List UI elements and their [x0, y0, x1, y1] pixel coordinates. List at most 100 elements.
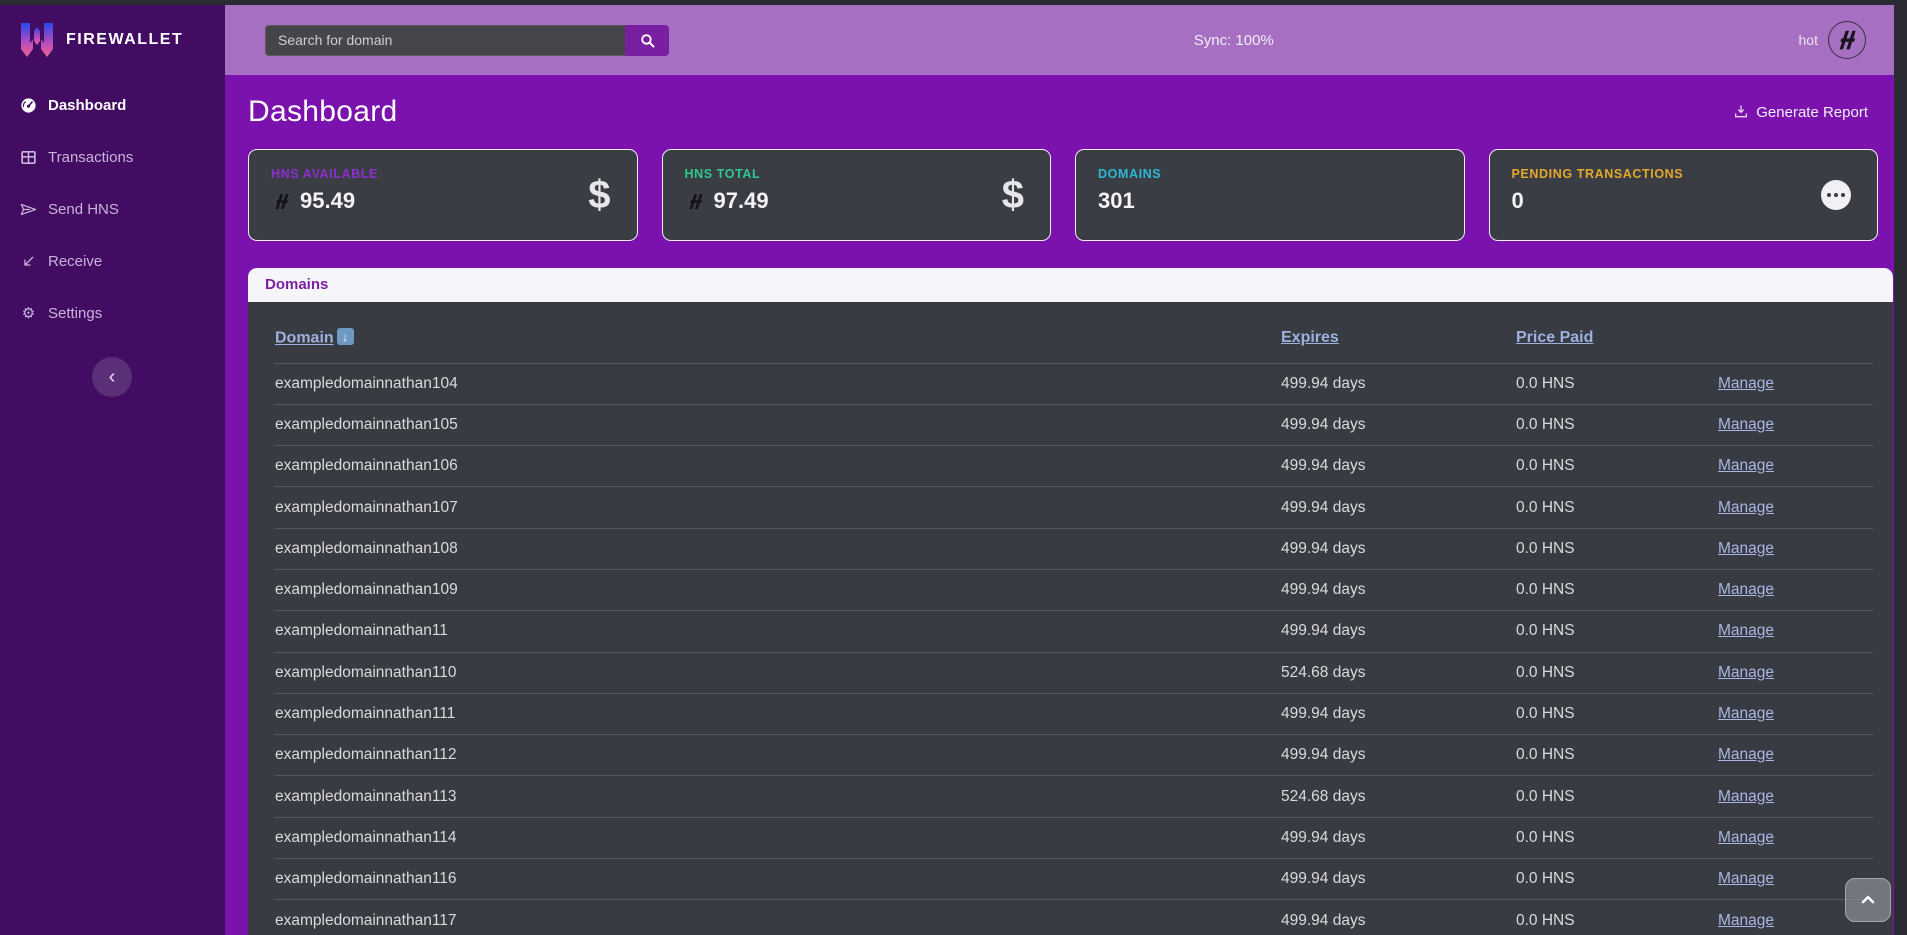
sidebar-item-send-hns[interactable]: Send HNS [0, 183, 225, 235]
card-domains: DOMAINS 301 [1075, 149, 1465, 241]
table-row: exampledomainnathan107 499.94 days 0.0 H… [275, 487, 1873, 528]
firewallet-logo-icon [20, 21, 54, 59]
wallet-area[interactable]: hot [1799, 21, 1866, 59]
domain-expires: 524.68 days [1281, 788, 1516, 806]
window-right-strip [1894, 0, 1907, 935]
domain-expires: 499.94 days [1281, 581, 1516, 599]
domain-expires: 499.94 days [1281, 705, 1516, 723]
domain-price-paid: 0.0 HNS [1516, 705, 1718, 723]
sidebar-nav: Dashboard Transactions Send HNS [0, 79, 225, 339]
manage-link[interactable]: Manage [1718, 829, 1873, 847]
domain-price-paid: 0.0 HNS [1516, 829, 1718, 847]
domain-expires: 499.94 days [1281, 622, 1516, 640]
gear-icon: ⚙ [20, 305, 37, 322]
manage-link[interactable]: Manage [1718, 622, 1873, 640]
scroll-to-top-button[interactable] [1845, 878, 1891, 922]
sidebar-collapse-button[interactable]: ‹ [92, 357, 132, 397]
table-grid-icon [20, 149, 37, 166]
card-label: PENDING TRANSACTIONS [1512, 167, 1856, 181]
table-row: exampledomainnathan117 499.94 days 0.0 H… [275, 900, 1873, 935]
manage-link[interactable]: Manage [1718, 540, 1873, 558]
card-value: 95.49 [300, 188, 355, 214]
domain-price-paid: 0.0 HNS [1516, 870, 1718, 888]
domain-name: exampledomainnathan117 [275, 912, 1281, 930]
domain-expires: 524.68 days [1281, 664, 1516, 682]
domain-name: exampledomainnathan111 [275, 705, 1281, 723]
hns-glyph-icon [271, 191, 292, 212]
domain-expires: 499.94 days [1281, 457, 1516, 475]
search-button[interactable] [625, 25, 669, 56]
download-icon [1733, 104, 1749, 120]
search-icon [639, 32, 656, 49]
sidebar-item-label: Transactions [48, 149, 133, 166]
domain-price-paid: 0.0 HNS [1516, 540, 1718, 558]
domain-expires: 499.94 days [1281, 499, 1516, 517]
dollar-icon: $ [588, 175, 610, 215]
domain-price-paid: 0.0 HNS [1516, 622, 1718, 640]
domain-price-paid: 0.0 HNS [1516, 499, 1718, 517]
ellipsis-menu-button[interactable] [1821, 180, 1851, 210]
domains-panel-header: Domains [248, 268, 1893, 302]
manage-link[interactable]: Manage [1718, 457, 1873, 475]
topbar: Sync: 100% hot [225, 5, 1894, 75]
domains-table-body: exampledomainnathan104 499.94 days 0.0 H… [275, 364, 1873, 935]
domain-search-group [265, 25, 669, 56]
sidebar-item-label: Dashboard [48, 97, 126, 114]
manage-link[interactable]: Manage [1718, 375, 1873, 393]
card-hns-available: HNS AVAILABLE 95.49 $ [248, 149, 638, 241]
domain-search-input[interactable] [265, 25, 625, 56]
table-row: exampledomainnathan105 499.94 days 0.0 H… [275, 405, 1873, 446]
sync-status: Sync: 100% [1194, 32, 1274, 49]
manage-link[interactable]: Manage [1718, 416, 1873, 434]
manage-link[interactable]: Manage [1718, 499, 1873, 517]
domain-name: exampledomainnathan114 [275, 829, 1281, 847]
manage-link[interactable]: Manage [1718, 664, 1873, 682]
table-row: exampledomainnathan113 524.68 days 0.0 H… [275, 776, 1873, 817]
domain-name: exampledomainnathan113 [275, 788, 1281, 806]
domain-price-paid: 0.0 HNS [1516, 457, 1718, 475]
domain-price-paid: 0.0 HNS [1516, 581, 1718, 599]
domain-price-paid: 0.0 HNS [1516, 416, 1718, 434]
page-title: Dashboard [248, 95, 397, 129]
dollar-icon: $ [1002, 175, 1024, 215]
stat-cards: HNS AVAILABLE 95.49 $ HNS TOTAL [248, 149, 1878, 241]
column-header-domain[interactable]: Domain↓ [275, 328, 1281, 348]
sidebar: FIREWALLET Dashboard Tran [0, 5, 225, 935]
manage-link[interactable]: Manage [1718, 581, 1873, 599]
sidebar-item-label: Send HNS [48, 201, 119, 218]
table-row: exampledomainnathan106 499.94 days 0.0 H… [275, 446, 1873, 487]
domain-name: exampledomainnathan105 [275, 416, 1281, 434]
paper-plane-icon [20, 201, 37, 218]
hns-glyph-icon [685, 191, 706, 212]
manage-link[interactable]: Manage [1718, 788, 1873, 806]
manage-link[interactable]: Manage [1718, 705, 1873, 723]
sidebar-item-dashboard[interactable]: Dashboard [0, 79, 225, 131]
card-label: HNS TOTAL [685, 167, 1029, 181]
domain-expires: 499.94 days [1281, 912, 1516, 930]
domains-table-header-row: Domain↓ Expires Price Paid [275, 302, 1873, 364]
table-row: exampledomainnathan110 524.68 days 0.0 H… [275, 653, 1873, 694]
dashboard-gauge-icon [20, 97, 37, 114]
domain-name: exampledomainnathan109 [275, 581, 1281, 599]
column-header-price-paid[interactable]: Price Paid [1516, 329, 1718, 347]
manage-link[interactable]: Manage [1718, 746, 1873, 764]
sidebar-item-transactions[interactable]: Transactions [0, 131, 225, 183]
domains-panel-title: Domains [265, 276, 328, 293]
card-value: 0 [1512, 188, 1524, 214]
domain-expires: 499.94 days [1281, 829, 1516, 847]
domain-name: exampledomainnathan107 [275, 499, 1281, 517]
generate-report-button[interactable]: Generate Report [1733, 104, 1868, 121]
brand-name: FIREWALLET [66, 31, 183, 49]
domain-name: exampledomainnathan112 [275, 746, 1281, 764]
domain-expires: 499.94 days [1281, 746, 1516, 764]
domain-expires: 499.94 days [1281, 416, 1516, 434]
ellipsis-icon [1821, 180, 1851, 210]
sidebar-item-receive[interactable]: Receive [0, 235, 225, 287]
column-header-expires[interactable]: Expires [1281, 329, 1516, 347]
wallet-name: hot [1799, 32, 1818, 48]
main-content: Dashboard Generate Report HNS AVAILABLE [225, 75, 1894, 935]
card-label: HNS AVAILABLE [271, 167, 615, 181]
table-row: exampledomainnathan112 499.94 days 0.0 H… [275, 735, 1873, 776]
sidebar-item-settings[interactable]: ⚙ Settings [0, 287, 225, 339]
table-row: exampledomainnathan11 499.94 days 0.0 HN… [275, 611, 1873, 652]
